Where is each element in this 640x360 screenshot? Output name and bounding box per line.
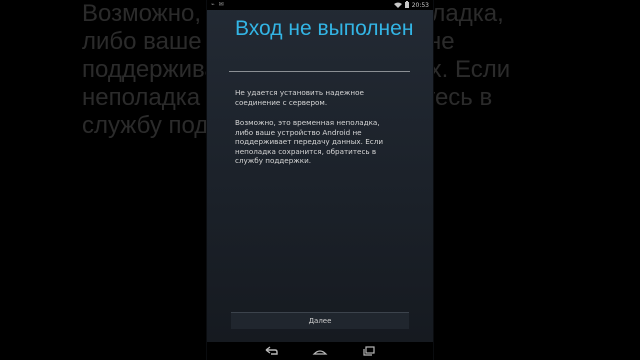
status-time: 20:53 — [411, 2, 429, 9]
navigation-bar — [207, 342, 433, 360]
dialog-message-secondary: Возможно, это временная неполадка, либо … — [235, 118, 383, 165]
phone-screen: ⌁ ✉ 20:53 Вход не выполнен Не удается ус… — [207, 0, 433, 360]
home-icon[interactable] — [312, 345, 328, 357]
status-bar: ⌁ ✉ 20:53 — [207, 0, 433, 10]
dialog-message-primary: Не удается установить надежное соединени… — [235, 88, 364, 107]
wifi-icon — [393, 2, 402, 10]
back-icon[interactable] — [263, 345, 279, 357]
background-shade — [0, 0, 82, 360]
dialog-title: Вход не выполнен — [235, 17, 414, 40]
usb-icon: ⌁ — [211, 1, 215, 8]
recents-icon[interactable] — [361, 345, 377, 357]
battery-icon — [404, 1, 409, 10]
notification-icon: ✉ — [218, 1, 224, 8]
title-divider — [229, 71, 410, 72]
next-button[interactable]: Далее — [231, 312, 409, 329]
